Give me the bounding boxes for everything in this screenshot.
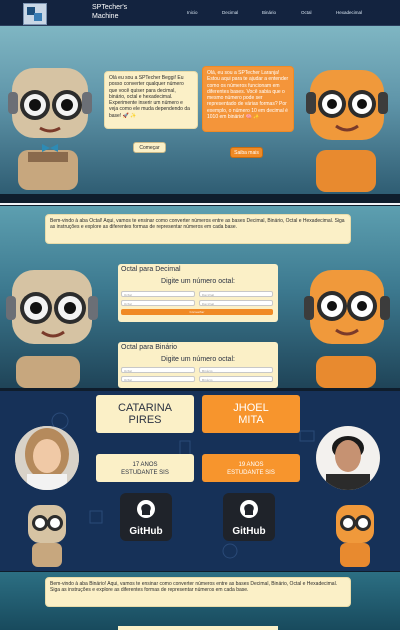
brand-name[interactable]: SPTecher's Machine [92, 3, 152, 21]
member1-photo [15, 426, 79, 490]
brand-line-2: Machine [92, 13, 119, 20]
robot-laranja-small [336, 505, 374, 567]
github-label: GitHub [232, 526, 266, 537]
team-section: CATARINA PIRES JHOEL MITA 17 ANOS ESTUDA… [0, 391, 400, 571]
section-divider [0, 203, 400, 205]
member2-role: ESTUDANTE SIS [227, 470, 275, 476]
member1-age: 17 ANOS [132, 462, 158, 468]
github-icon [137, 500, 155, 518]
octal-intro-text: Bem-vindo à aba Octal! Aqui, vamos te en… [45, 214, 351, 244]
member2-first-name: JHOEL [233, 402, 269, 414]
member2-info-box: 19 ANOS ESTUDANTE SIS [202, 454, 300, 482]
octal-input-3[interactable]: Octal [121, 367, 195, 373]
decimal-output[interactable]: Decimal [199, 291, 273, 297]
card-title-2: Octal para Binário [121, 344, 178, 351]
robot-beggi-illustration [8, 68, 92, 190]
robot-laranja-illustration [306, 70, 388, 192]
card-subtitle: Digite um número octal: [161, 278, 235, 285]
robot-beggi-illustration-2 [6, 270, 98, 388]
nav-link-hexadecimal[interactable]: Hexadecimal [336, 10, 362, 15]
start-button[interactable]: Começar [133, 142, 166, 153]
binary-output[interactable]: Binário [199, 367, 273, 373]
binario-intro-text: Bem-vindo à aba Binário! Aqui, vamos te … [45, 577, 351, 607]
member1-last-name: PIRES [128, 414, 162, 426]
convert-button[interactable]: Converter [121, 309, 273, 315]
member1-info-box: 17 ANOS ESTUDANTE SIS [96, 454, 194, 482]
octal-input-2[interactable]: Octal [121, 300, 195, 306]
octal-input-4[interactable]: Octal [121, 376, 195, 382]
member1-github-link[interactable]: GitHub [120, 493, 172, 541]
member1-role: ESTUDANTE SIS [121, 470, 169, 476]
binario-card-edge [118, 626, 278, 630]
speech-bubble-laranja: Olá, eu sou a SPTecher Laranja! Estou aq… [202, 66, 294, 132]
nav-link-binario[interactable]: Binário [262, 10, 276, 15]
octal-to-binary-card: Octal para Binário Digite um número octa… [118, 342, 278, 388]
github-icon [240, 500, 258, 518]
member2-last-name: MITA [238, 414, 264, 426]
card-subtitle-2: Digite um número octal: [161, 356, 235, 363]
octal-to-decimal-card: Octal para Decimal Digite um número octa… [118, 264, 278, 322]
octal-input[interactable]: Octal [121, 291, 195, 297]
member1-first-name: CATARINA [118, 402, 172, 414]
decimal-output-2[interactable]: Decimal [199, 300, 273, 306]
hero-section: Olá eu sou a SPTecher Beggi! Eu posso co… [0, 26, 400, 194]
speech-bubble-beggi: Olá eu sou a SPTecher Beggi! Eu posso co… [104, 71, 198, 129]
site-logo[interactable] [23, 3, 47, 25]
robot-beggi-small [28, 505, 66, 567]
binary-output-2[interactable]: Binário [199, 376, 273, 382]
nav-link-inicio[interactable]: Inicio [187, 10, 198, 15]
member2-photo [316, 426, 380, 490]
learn-more-button[interactable]: Saiba mais [230, 147, 263, 158]
github-label: GitHub [129, 526, 163, 537]
nav-link-decimal[interactable]: Decimal [222, 10, 238, 15]
octal-section: Bem-vindo à aba Octal! Aqui, vamos te en… [0, 206, 400, 388]
brand-line-1: SPTecher's [92, 4, 128, 11]
top-navbar: SPTecher's Machine Inicio Decimal Binári… [0, 0, 400, 26]
nav-link-octal[interactable]: Octal [301, 10, 312, 15]
card-title: Octal para Decimal [121, 266, 181, 273]
member2-name-box: JHOEL MITA [202, 395, 300, 433]
robot-laranja-illustration-2 [304, 270, 390, 388]
binario-section: Bem-vindo à aba Binário! Aqui, vamos te … [0, 572, 400, 630]
member2-github-link[interactable]: GitHub [223, 493, 275, 541]
member1-name-box: CATARINA PIRES [96, 395, 194, 433]
member2-age: 19 ANOS [238, 462, 264, 468]
